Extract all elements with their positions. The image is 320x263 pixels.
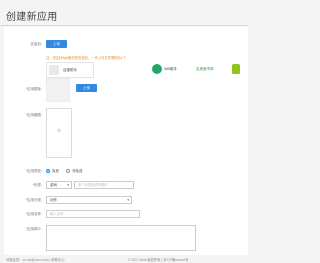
name-input[interactable]: 输入名称 [46,210,140,218]
caret-down-icon: ▾ [67,183,69,187]
tag-select-value: 游戏 [50,183,57,187]
store-card-360[interactable]: 360助手 [152,62,192,78]
store-card-label: 应用宝市场 [196,67,214,71]
category-select-value: 动作 [50,198,57,202]
package-label: 安装包: [30,42,42,46]
caret-down-icon: ▾ [127,198,129,202]
radio-paid[interactable] [66,169,70,173]
radio-paid-label: 非免费 [72,169,83,173]
screenshot-label: *应用截图: [25,113,42,117]
screenshot-upload[interactable]: + [46,108,72,158]
icon-preview [46,78,70,102]
android-icon [232,64,240,74]
desc-label: *应用简介: [25,227,42,231]
icon-upload-button[interactable]: 上传 [76,84,97,92]
type-label: *应用类型: [25,169,42,173]
tag-select[interactable]: 游戏 ▾ [46,181,72,189]
footer-left[interactable]: 问题反馈：xx.xxx@xxxx.com | 帮助中心 [6,257,65,262]
category-label: *应用分类: [25,198,42,202]
baidu-app-icon [49,65,59,75]
package-upload-button[interactable]: 上传 [46,40,67,48]
tag-input[interactable]: 多个标签用逗号隔开 [74,181,134,189]
store-card-yyb[interactable]: 应用宝市场 [194,62,248,78]
store-card-label: 360助手 [164,67,177,71]
category-select[interactable]: 动作 ▾ [46,196,132,204]
upload-hint: 注：仅支持Apk格式的安装包，一次上传文件限制为1个 [46,56,127,60]
icon-label: *应用图标: [25,87,42,91]
name-label: *应用名称: [25,212,42,216]
radio-free-label: 免费 [52,169,59,173]
title-divider [0,25,248,26]
footer-right: © 2017 bxxk 版权所有 | 京ICP备xxxxxx号 [128,258,189,262]
360-app-icon [152,64,162,74]
store-card-baidu[interactable]: 百度助手 [46,62,94,78]
page-title: 创建新应用 [6,12,58,23]
radio-free[interactable] [46,169,50,173]
plus-icon: + [56,126,62,137]
desc-textarea[interactable] [46,225,196,251]
store-card-label: 百度助手 [63,68,77,72]
tag-label: *标签: [32,183,42,187]
